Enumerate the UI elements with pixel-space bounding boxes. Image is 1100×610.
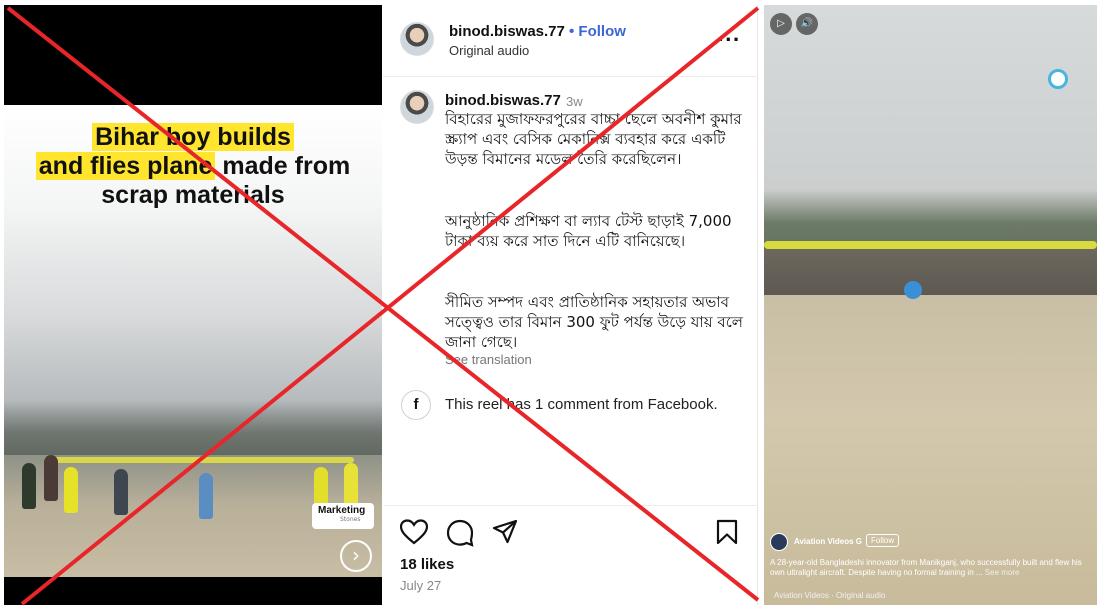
caption-line-2-rest: made from — [215, 152, 351, 180]
channel-avatar[interactable] — [770, 533, 788, 551]
likes-count[interactable]: 18 likes — [400, 556, 454, 573]
reel-bottom-bar — [4, 577, 382, 605]
avatar[interactable] — [400, 22, 434, 56]
channel-follow-button[interactable]: Follow — [866, 534, 900, 547]
comment-icon[interactable] — [446, 519, 474, 547]
plane-cockpit — [904, 281, 922, 299]
plane-wing — [44, 457, 354, 463]
post-header: binod.biswas.77 • Follow Original audio … — [383, 5, 758, 77]
plane-wing — [764, 241, 1097, 249]
more-options-icon[interactable]: ... — [717, 25, 741, 46]
channel-logo-watermark — [1048, 69, 1068, 89]
post-date: July 27 — [400, 578, 442, 593]
reel-audio-line[interactable]: Aviation Videos · Original audio — [774, 591, 885, 600]
comment-avatar[interactable] — [400, 90, 434, 124]
caption-line-2: and flies plane made from — [4, 152, 382, 181]
heart-icon[interactable] — [400, 519, 428, 545]
facebook-icon: f — [401, 390, 431, 420]
post-panel: binod.biswas.77 • Follow Original audio … — [383, 5, 758, 605]
caption-paragraph-1: বিহারের মুজাফফরপুরের বাচ্চা ছেলে অবনীশ ক… — [445, 110, 742, 168]
play-icon[interactable]: ▷ — [770, 13, 792, 35]
arrow-right-icon[interactable]: › — [340, 540, 372, 572]
caption-line-1: Bihar boy builds — [4, 123, 382, 152]
brand-watermark: Marketing Stones — [312, 503, 374, 529]
description-text: A 28-year-old Bangladeshi innovator from… — [770, 558, 1082, 577]
person — [114, 469, 128, 515]
comment-time: 3w — [566, 94, 583, 109]
tree-line — [4, 400, 382, 460]
right-reel-frame: ▷ 🔊 Aviation Videos G Follow A 28-year-o… — [764, 5, 1097, 605]
person — [44, 455, 58, 501]
share-icon[interactable] — [492, 519, 518, 545]
fact-check-collage: Bihar boy builds and flies plane made fr… — [0, 0, 1100, 610]
comment-username[interactable]: binod.biswas.77 — [445, 92, 561, 109]
audio-link[interactable]: Original audio — [449, 43, 529, 58]
person — [22, 463, 36, 509]
facebook-comment-note: f This reel has 1 comment from Facebook. — [401, 390, 741, 422]
caption-highlight-1: Bihar boy builds — [92, 123, 294, 151]
action-bar: 18 likes July 27 — [383, 505, 758, 605]
see-more-link[interactable]: See more — [985, 568, 1020, 577]
username[interactable]: binod.biswas.77 — [449, 23, 565, 40]
facebook-note-text: This reel has 1 comment from Facebook. — [445, 396, 718, 413]
caption-line-3: scrap materials — [101, 181, 285, 209]
channel-name[interactable]: Aviation Videos G — [794, 537, 862, 546]
brand-sub: Stones — [340, 516, 361, 523]
see-translation-link[interactable]: See translation — [445, 352, 532, 367]
crowd-strip — [764, 243, 1097, 299]
bookmark-icon[interactable] — [716, 519, 738, 545]
caption-paragraph-3: সীমিত সম্পদ এবং প্রাতিষ্ঠানিক সহায়তার অ… — [445, 293, 743, 351]
brand-name: Marketing — [318, 505, 366, 516]
person — [199, 473, 213, 519]
sound-icon[interactable]: 🔊 — [796, 13, 818, 35]
person — [64, 467, 78, 513]
reel-description: A 28-year-old Bangladeshi innovator from… — [770, 558, 1092, 578]
caption-highlight-2: and flies plane — [35, 152, 216, 180]
reel-caption: Bihar boy builds and flies plane made fr… — [4, 123, 382, 210]
caption-paragraph-2: আনুষ্ঠানিক প্রশিক্ষণ বা ল্যাব টেস্ট ছাড়… — [445, 212, 732, 250]
left-reel-frame: Bihar boy builds and flies plane made fr… — [4, 5, 382, 605]
follow-button[interactable]: • Follow — [569, 23, 626, 40]
